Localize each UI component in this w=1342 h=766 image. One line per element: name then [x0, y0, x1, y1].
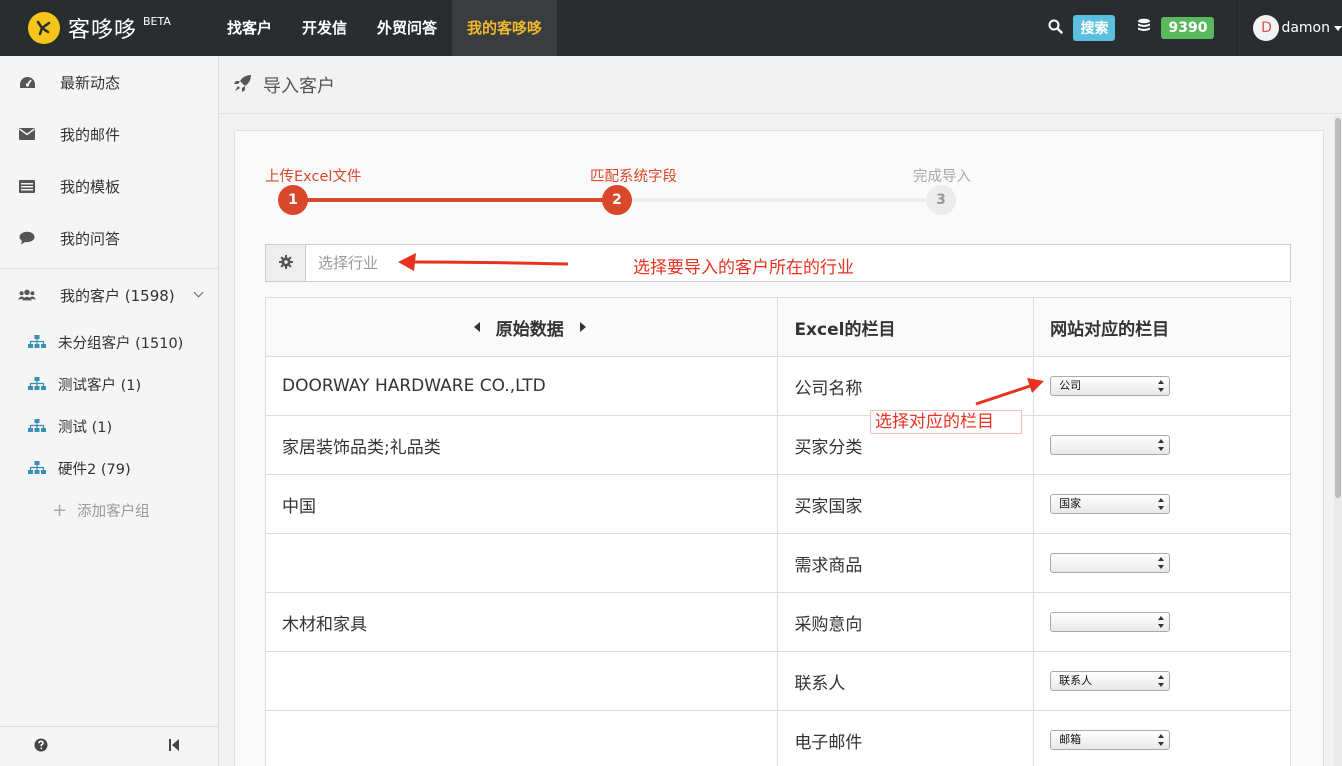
annotation-arrows	[398, 253, 1044, 406]
column-annotation: 选择对应的栏目	[870, 410, 1022, 434]
industry-annotation: 选择要导入的客户所在的行业	[633, 258, 854, 278]
scrollbar-thumb[interactable]	[1335, 118, 1341, 498]
industry-arrow	[398, 253, 569, 271]
column-arrow	[975, 378, 1044, 406]
